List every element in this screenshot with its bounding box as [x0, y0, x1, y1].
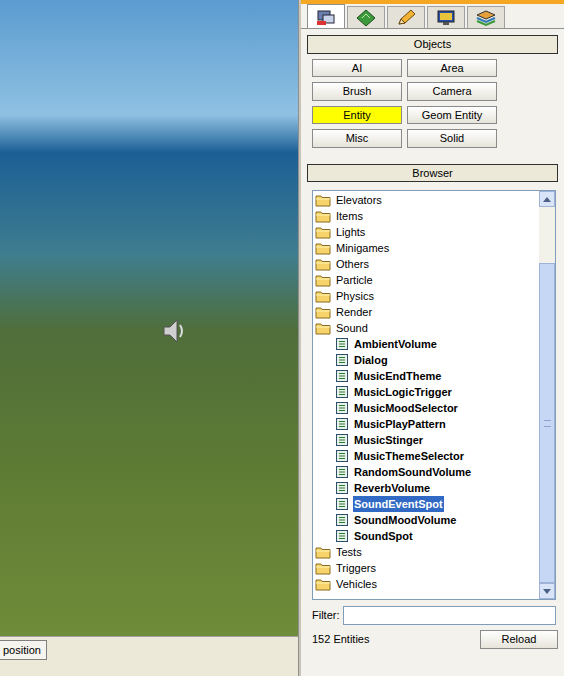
filter-input[interactable]	[343, 606, 557, 625]
arrow-down-icon	[543, 589, 551, 594]
entity-icon	[335, 481, 349, 495]
entity-icon	[335, 465, 349, 479]
tree-folder[interactable]: Lights	[313, 224, 539, 240]
entity-icon	[335, 417, 349, 431]
folder-icon	[315, 322, 331, 335]
browser-header: Browser	[307, 164, 558, 183]
tree-entity[interactable]: RandomSoundVolume	[313, 464, 539, 480]
object-type-button[interactable]: Misc	[312, 129, 402, 148]
folder-icon	[315, 210, 331, 223]
tree-folder[interactable]: Tests	[313, 544, 539, 560]
tree-entity[interactable]: Dialog	[313, 352, 539, 368]
scroll-thumb[interactable]	[539, 263, 555, 583]
tree-entity[interactable]: MusicPlayPattern	[313, 416, 539, 432]
arrow-up-icon	[543, 197, 551, 202]
panel-tab[interactable]	[427, 6, 465, 28]
folder-icon	[315, 258, 331, 271]
tree-folder[interactable]: Render	[313, 304, 539, 320]
panel-tab[interactable]	[387, 6, 425, 28]
tool-panel: Objects AI Area Brush Camera Entity Geom Entit…	[301, 0, 564, 676]
status-row: 152 Entities Reload	[301, 630, 564, 649]
objects-header: Objects	[307, 35, 558, 54]
tree-folder[interactable]: Items	[313, 208, 539, 224]
entity-icon	[335, 497, 349, 511]
entity-icon	[335, 401, 349, 415]
entity-icon	[335, 385, 349, 399]
scrollbar[interactable]	[539, 191, 555, 599]
folder-icon	[315, 562, 331, 575]
tree-entity[interactable]: MusicMoodSelector	[313, 400, 539, 416]
pencil-icon	[395, 9, 417, 27]
filter-label: Filter:	[312, 607, 340, 624]
object-type-button[interactable]: Area	[407, 59, 497, 78]
scroll-down-button[interactable]	[539, 583, 555, 599]
tree-folder[interactable]: Particle	[313, 272, 539, 288]
object-type-button[interactable]: Camera	[407, 82, 497, 101]
position-button[interactable]: position	[0, 640, 47, 660]
layers-icon	[475, 9, 497, 27]
folder-icon	[315, 194, 331, 207]
tree-entity[interactable]: SoundEventSpot	[313, 496, 539, 512]
panel-tab[interactable]	[307, 4, 345, 28]
entity-icon	[335, 337, 349, 351]
tree-folder[interactable]: Minigames	[313, 240, 539, 256]
folder-icon	[315, 242, 331, 255]
tree-folder[interactable]: Physics	[313, 288, 539, 304]
entity-icon	[335, 353, 349, 367]
object-type-button[interactable]: Geom Entity	[407, 106, 497, 125]
viewport[interactable]	[0, 0, 298, 636]
object-type-button[interactable]: Entity	[312, 106, 402, 125]
filter-row: Filter:	[301, 606, 564, 625]
sound-spot-icon[interactable]	[160, 316, 188, 346]
tree-entity[interactable]: MusicLogicTrigger	[313, 384, 539, 400]
entity-tree: ElevatorsItemsLightsMinigamesOthersParti…	[312, 190, 556, 600]
terrain-icon	[355, 9, 377, 27]
tree-folder[interactable]: Vehicles	[313, 576, 539, 592]
tree-entity[interactable]: ReverbVolume	[313, 480, 539, 496]
tree-folder[interactable]: Others	[313, 256, 539, 272]
entity-icon	[335, 513, 349, 527]
folder-icon	[315, 226, 331, 239]
panel-tab[interactable]	[347, 6, 385, 28]
object-type-grid: AI Area Brush Camera Entity Geom Entity Misc So…	[301, 54, 564, 148]
entity-icon	[335, 529, 349, 543]
tree-entity[interactable]: SoundMoodVolume	[313, 512, 539, 528]
folder-icon	[315, 306, 331, 319]
panel-tab[interactable]	[467, 6, 505, 28]
folder-icon	[315, 274, 331, 287]
entity-icon	[335, 433, 349, 447]
scroll-up-button[interactable]	[539, 191, 555, 207]
tree-entity[interactable]: SoundSpot	[313, 528, 539, 544]
tree-folder[interactable]: Elevators	[313, 192, 539, 208]
monitor-icon	[435, 9, 457, 27]
object-type-button[interactable]: AI	[312, 59, 402, 78]
entity-count: 152 Entities	[312, 631, 369, 648]
tab-bar	[301, 4, 564, 29]
folder-icon	[315, 578, 331, 591]
entity-icon	[335, 449, 349, 463]
viewport-panel: position	[0, 0, 298, 676]
tree-entity[interactable]: MusicEndTheme	[313, 368, 539, 384]
object-type-button[interactable]: Solid	[407, 129, 497, 148]
entity-icon	[335, 369, 349, 383]
object-type-button[interactable]: Brush	[312, 82, 402, 101]
tree-folder[interactable]: Sound	[313, 320, 539, 336]
tree-folder[interactable]: Triggers	[313, 560, 539, 576]
reload-button[interactable]: Reload	[480, 630, 558, 649]
tree-entity[interactable]: AmbientVolume	[313, 336, 539, 352]
folder-icon	[315, 290, 331, 303]
folder-icon	[315, 546, 331, 559]
tree-entity[interactable]: MusicThemeSelector	[313, 448, 539, 464]
create-icon	[315, 8, 337, 26]
tree-entity[interactable]: MusicStinger	[313, 432, 539, 448]
